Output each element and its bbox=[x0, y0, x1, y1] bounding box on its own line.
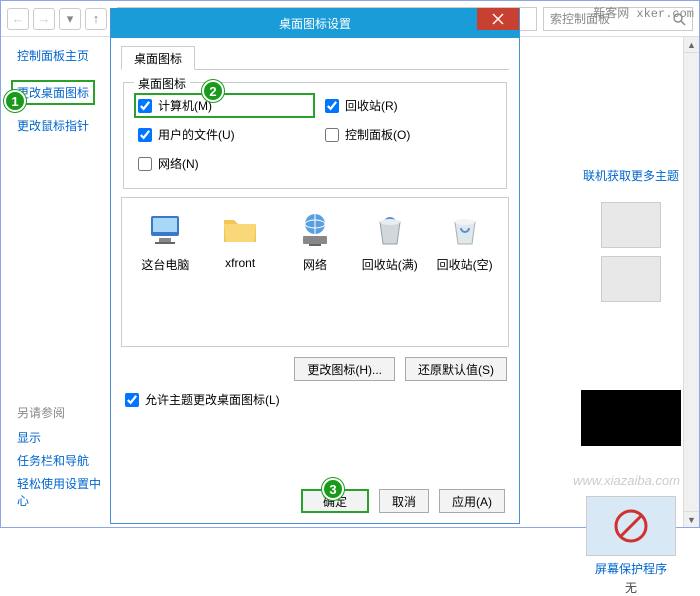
forward-button[interactable]: → bbox=[33, 8, 55, 30]
callout-badge-2: 2 bbox=[202, 80, 224, 102]
checkbox-user-files[interactable]: 用户的文件(U) bbox=[138, 126, 305, 143]
icon-label: 网络 bbox=[303, 256, 327, 273]
icon-preview-list: 这台电脑 xfront 网络 回收站(满) 回收站(空) bbox=[121, 197, 509, 347]
checkbox-allow-themes[interactable]: 允许主题更改桌面图标(L) bbox=[125, 391, 505, 408]
icon-recycle-empty[interactable]: 回收站(空) bbox=[435, 210, 495, 273]
checkbox-network-input[interactable] bbox=[138, 157, 152, 171]
back-button[interactable]: ← bbox=[7, 8, 29, 30]
checkbox-ctrlpanel-input[interactable] bbox=[325, 128, 339, 142]
checkbox-ctrlpanel-label: 控制面板(O) bbox=[345, 126, 410, 143]
checkbox-computer-input[interactable] bbox=[138, 99, 152, 113]
checkbox-recycle-input[interactable] bbox=[325, 99, 339, 113]
vertical-scrollbar[interactable]: ▲ ▼ bbox=[683, 37, 699, 527]
see-also-taskbar[interactable]: 任务栏和导航 bbox=[17, 452, 111, 469]
checkbox-network-label: 网络(N) bbox=[158, 155, 199, 172]
watermark-text: 新客网 xker.com bbox=[593, 4, 694, 21]
screensaver-value: 无 bbox=[625, 579, 637, 596]
see-also-heading: 另请参阅 bbox=[17, 404, 111, 421]
scroll-down-button[interactable]: ▼ bbox=[684, 511, 699, 527]
sidebar-title[interactable]: 控制面板主页 bbox=[17, 47, 111, 64]
apply-button[interactable]: 应用(A) bbox=[439, 489, 505, 513]
dialog-footer: 确定 取消 应用(A) bbox=[121, 481, 509, 517]
checkbox-userfiles-label: 用户的文件(U) bbox=[158, 126, 235, 143]
tab-desktop-icons[interactable]: 桌面图标 bbox=[121, 46, 195, 70]
tab-strip: 桌面图标 bbox=[121, 46, 509, 70]
checkbox-computer-label: 计算机(M) bbox=[158, 97, 212, 114]
group-legend: 桌面图标 bbox=[134, 75, 190, 92]
checkbox-allow-themes-input[interactable] bbox=[125, 393, 139, 407]
checkbox-allow-themes-label: 允许主题更改桌面图标(L) bbox=[145, 391, 280, 408]
icon-user-folder[interactable]: xfront bbox=[210, 210, 270, 270]
recent-dropdown[interactable]: ▾ bbox=[59, 8, 81, 30]
desktop-icons-group: 桌面图标 计算机(M) 回收站(R) 用户的文件(U) 控制面板(O) bbox=[123, 82, 507, 189]
up-button[interactable]: ↑ bbox=[85, 8, 107, 30]
desktop-icon-settings-dialog: 桌面图标设置 桌面图标 桌面图标 计算机(M) 回收站(R) 用户的文 bbox=[110, 8, 520, 524]
close-button[interactable] bbox=[477, 8, 519, 30]
checkbox-network[interactable]: 网络(N) bbox=[138, 155, 305, 172]
icon-recycle-full[interactable]: 回收站(满) bbox=[360, 210, 420, 273]
icon-network[interactable]: 网络 bbox=[285, 210, 345, 273]
dialog-titlebar[interactable]: 桌面图标设置 bbox=[111, 8, 519, 38]
folder-icon bbox=[220, 210, 260, 250]
see-also-display[interactable]: 显示 bbox=[17, 429, 111, 446]
recycle-full-icon bbox=[370, 210, 410, 250]
checkbox-recycle-label: 回收站(R) bbox=[345, 97, 398, 114]
icon-label: 回收站(空) bbox=[437, 256, 493, 273]
sidebar-link-change-mouse-pointers[interactable]: 更改鼠标指针 bbox=[17, 117, 111, 134]
checkbox-computer[interactable]: 计算机(M) bbox=[134, 93, 315, 118]
computer-icon bbox=[145, 210, 185, 250]
checkbox-control-panel[interactable]: 控制面板(O) bbox=[325, 126, 492, 143]
callout-badge-1: 1 bbox=[4, 90, 26, 112]
see-also-ease[interactable]: 轻松使用设置中心 bbox=[17, 475, 111, 509]
recycle-empty-icon bbox=[445, 210, 485, 250]
cancel-button[interactable]: 取消 bbox=[379, 489, 429, 513]
color-thumbnail[interactable] bbox=[581, 390, 681, 446]
network-icon bbox=[295, 210, 335, 250]
icon-label: xfront bbox=[225, 256, 255, 270]
no-entry-icon bbox=[613, 508, 649, 544]
screensaver-label[interactable]: 屏幕保护程序 bbox=[595, 560, 667, 577]
checkbox-userfiles-input[interactable] bbox=[138, 128, 152, 142]
checkbox-recycle-bin[interactable]: 回收站(R) bbox=[325, 97, 492, 114]
theme-thumbnail[interactable] bbox=[601, 202, 661, 248]
theme-thumbnail[interactable] bbox=[601, 256, 661, 302]
restore-defaults-button[interactable]: 还原默认值(S) bbox=[405, 357, 507, 381]
dialog-title: 桌面图标设置 bbox=[121, 15, 509, 32]
icon-this-pc[interactable]: 这台电脑 bbox=[135, 210, 195, 273]
change-icon-button[interactable]: 更改图标(H)... bbox=[294, 357, 395, 381]
callout-badge-3: 3 bbox=[322, 478, 344, 500]
scroll-up-button[interactable]: ▲ bbox=[684, 37, 699, 53]
screensaver-thumbnail[interactable] bbox=[586, 496, 676, 556]
get-more-themes-link[interactable]: 联机获取更多主题 bbox=[583, 167, 679, 184]
close-icon bbox=[492, 13, 504, 25]
icon-label: 回收站(满) bbox=[362, 256, 418, 273]
icon-label: 这台电脑 bbox=[141, 256, 189, 273]
